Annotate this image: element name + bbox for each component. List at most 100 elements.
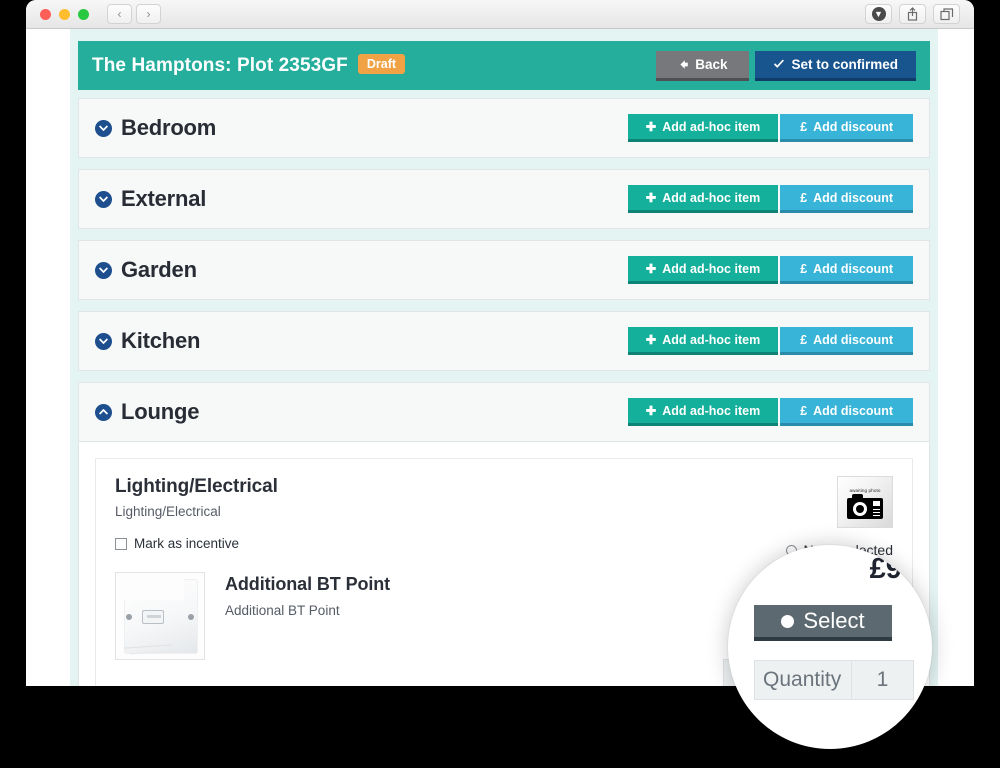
- magnified-select-button[interactable]: Select: [754, 605, 892, 641]
- traffic-lights: [40, 8, 89, 20]
- section-actions: ✚ Add ad-hoc item £ Add discount: [627, 327, 913, 355]
- magnified-price: £95: [869, 553, 918, 585]
- magnifier-overlay: £95 Select Quantity 1: [728, 545, 932, 749]
- add-ad-hoc-item-button[interactable]: ✚ Add ad-hoc item: [627, 256, 779, 284]
- awaiting-photo-placeholder: awaiting photo: [837, 476, 893, 528]
- navigation-buttons: ‹ ›: [107, 4, 161, 24]
- magnified-quantity-label: Quantity: [754, 660, 852, 700]
- back-button-label: Back: [695, 56, 728, 72]
- awaiting-photo-caption: awaiting photo: [849, 487, 881, 493]
- minimize-window-button[interactable]: [59, 8, 70, 20]
- check-icon: [774, 59, 785, 68]
- maximize-window-button[interactable]: [78, 8, 89, 20]
- add-discount-button[interactable]: £ Add discount: [780, 185, 913, 213]
- section-header-lounge[interactable]: Lounge ✚ Add ad-hoc item £ Add discount: [79, 383, 929, 441]
- section-title: Garden: [121, 257, 197, 282]
- add-ad-hoc-item-button[interactable]: ✚ Add ad-hoc item: [627, 185, 779, 213]
- add-discount-label: Add discount: [813, 332, 893, 347]
- status-badge: Draft: [357, 53, 406, 74]
- section-header-kitchen[interactable]: Kitchen ✚ Add ad-hoc item £ Add discount: [79, 312, 929, 370]
- plus-icon: ✚: [645, 120, 657, 134]
- add-ad-hoc-label: Add ad-hoc item: [662, 261, 761, 276]
- back-button[interactable]: Back: [656, 50, 750, 81]
- tabs-icon[interactable]: [933, 4, 960, 24]
- mark-as-incentive-label: Mark as incentive: [134, 536, 240, 551]
- product-name: Additional BT Point: [225, 574, 391, 594]
- section-title: Bedroom: [121, 115, 217, 140]
- add-discount-label: Add discount: [813, 119, 893, 134]
- pound-icon: £: [800, 332, 808, 347]
- pound-icon: £: [800, 403, 808, 418]
- radio-dot-icon: [781, 614, 795, 628]
- set-to-confirmed-button[interactable]: Set to confirmed: [755, 50, 916, 81]
- mark-as-incentive-checkbox[interactable]: Mark as incentive: [115, 536, 743, 551]
- section-actions: ✚ Add ad-hoc item £ Add discount: [627, 256, 913, 284]
- section-title: Kitchen: [121, 328, 201, 353]
- section-title: Lounge: [121, 399, 200, 424]
- arrow-left-icon: [680, 59, 689, 69]
- product-info: Additional BT Point Additional BT Point: [205, 572, 723, 686]
- pound-icon: £: [800, 190, 808, 205]
- app-header: The Hamptons: Plot 2353GF Draft Back Set…: [78, 41, 930, 90]
- pound-icon: £: [800, 261, 808, 276]
- section-bedroom: Bedroom ✚ Add ad-hoc item £ Add discount: [78, 98, 930, 158]
- magnified-select-label: Select: [803, 608, 865, 633]
- category-subtitle: Lighting/Electrical: [115, 504, 221, 519]
- add-ad-hoc-label: Add ad-hoc item: [662, 119, 761, 134]
- add-discount-button[interactable]: £ Add discount: [780, 256, 913, 284]
- product-thumbnail: [115, 572, 205, 660]
- download-glyph: ▼: [871, 7, 886, 21]
- section-kitchen: Kitchen ✚ Add ad-hoc item £ Add discount: [78, 311, 930, 371]
- section-header-bedroom[interactable]: Bedroom ✚ Add ad-hoc item £ Add discount: [79, 99, 929, 157]
- magnified-quantity-row: Quantity 1: [754, 660, 914, 700]
- section-garden: Garden ✚ Add ad-hoc item £ Add discount: [78, 240, 930, 300]
- section-external: External ✚ Add ad-hoc item £ Add discoun…: [78, 169, 930, 229]
- section-header-garden[interactable]: Garden ✚ Add ad-hoc item £ Add discount: [79, 241, 929, 299]
- download-icon[interactable]: ▼: [865, 4, 892, 24]
- category-title: Lighting/Electrical: [115, 476, 278, 497]
- chevron-down-icon[interactable]: [95, 190, 112, 208]
- plus-icon: ✚: [645, 404, 657, 418]
- add-ad-hoc-label: Add ad-hoc item: [662, 332, 761, 347]
- section-actions: ✚ Add ad-hoc item £ Add discount: [627, 114, 913, 142]
- plus-icon: ✚: [645, 191, 657, 205]
- add-ad-hoc-item-button[interactable]: ✚ Add ad-hoc item: [627, 327, 779, 355]
- page-title: The Hamptons: Plot 2353GF: [92, 54, 348, 76]
- add-discount-button[interactable]: £ Add discount: [780, 398, 913, 426]
- add-discount-button[interactable]: £ Add discount: [780, 114, 913, 142]
- section-title: External: [121, 186, 207, 211]
- magnifier-content: £95 Select Quantity 1: [728, 545, 932, 749]
- chevron-down-icon[interactable]: [95, 332, 112, 350]
- confirm-button-label: Set to confirmed: [791, 56, 898, 72]
- add-ad-hoc-item-button[interactable]: ✚ Add ad-hoc item: [627, 398, 779, 426]
- magnified-quantity-value[interactable]: 1: [852, 660, 914, 700]
- section-header-external[interactable]: External ✚ Add ad-hoc item £ Add discoun…: [79, 170, 929, 228]
- checkbox-box[interactable]: [115, 537, 127, 550]
- screenshot-root: ‹ › ▼ The Hamptons: Plot 2353GF Draft Ba…: [0, 0, 1000, 768]
- browser-toolbar: ‹ › ▼: [26, 0, 974, 29]
- chevron-down-icon[interactable]: [95, 261, 112, 279]
- chevron-up-icon[interactable]: [95, 403, 112, 421]
- product-description: Additional BT Point: [225, 603, 340, 618]
- section-actions: ✚ Add ad-hoc item £ Add discount: [627, 398, 913, 426]
- pound-icon: £: [800, 119, 808, 134]
- forward-nav-icon[interactable]: ›: [136, 4, 161, 24]
- share-icon[interactable]: [899, 4, 926, 24]
- camera-icon: [847, 493, 883, 519]
- add-discount-label: Add discount: [813, 261, 893, 276]
- plus-icon: ✚: [645, 333, 657, 347]
- item-card-header-left: Lighting/Electrical Lighting/Electrical …: [115, 476, 743, 558]
- plus-icon: ✚: [645, 262, 657, 276]
- add-ad-hoc-item-button[interactable]: ✚ Add ad-hoc item: [627, 114, 779, 142]
- section-actions: ✚ Add ad-hoc item £ Add discount: [627, 185, 913, 213]
- header-actions: Back Set to confirmed: [656, 50, 916, 81]
- chevron-down-icon[interactable]: [95, 119, 112, 137]
- add-discount-button[interactable]: £ Add discount: [780, 327, 913, 355]
- add-ad-hoc-label: Add ad-hoc item: [662, 190, 761, 205]
- add-discount-label: Add discount: [813, 403, 893, 418]
- back-nav-icon[interactable]: ‹: [107, 4, 132, 24]
- add-discount-label: Add discount: [813, 190, 893, 205]
- browser-toolbar-right: ▼: [865, 4, 960, 24]
- close-window-button[interactable]: [40, 8, 51, 20]
- add-ad-hoc-label: Add ad-hoc item: [662, 403, 761, 418]
